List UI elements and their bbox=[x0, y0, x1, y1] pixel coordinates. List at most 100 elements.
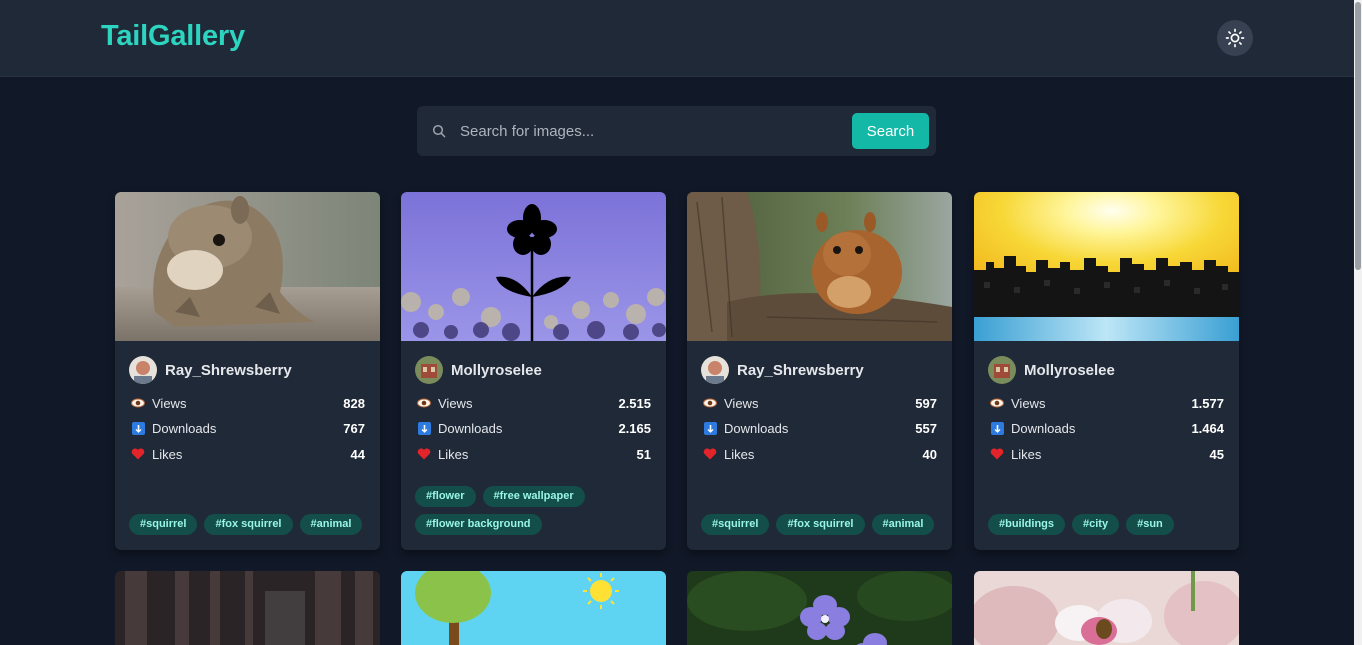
stat-value: 44 bbox=[350, 446, 365, 462]
card-author[interactable]: Ray_Shrewsberry bbox=[701, 356, 864, 384]
stat-value: 40 bbox=[922, 446, 937, 462]
image-card[interactable]: Mollyroselee Views 1.577 Downloads 1.464… bbox=[974, 192, 1239, 550]
views-stat: Views 1.577 bbox=[990, 394, 1224, 412]
stat-label: Views bbox=[438, 395, 473, 411]
tag[interactable]: #fox squirrel bbox=[776, 514, 865, 535]
downloads-stat: Downloads 767 bbox=[131, 419, 365, 437]
eye-icon bbox=[990, 396, 1004, 410]
card-author[interactable]: Mollyroselee bbox=[988, 356, 1115, 384]
stat-value: 828 bbox=[343, 395, 365, 411]
stat-label: Downloads bbox=[1011, 420, 1076, 436]
card-image[interactable] bbox=[687, 571, 952, 645]
downloads-stat: Downloads 557 bbox=[703, 419, 937, 437]
image-card[interactable]: Mollyroselee Views 2.515 Downloads 2.165… bbox=[401, 192, 666, 550]
download-icon bbox=[990, 421, 1004, 435]
eye-icon bbox=[703, 396, 717, 410]
search-input[interactable] bbox=[453, 114, 843, 148]
likes-stat: Likes 51 bbox=[417, 445, 651, 463]
card-author[interactable]: Mollyroselee bbox=[415, 356, 542, 384]
card-image[interactable] bbox=[115, 571, 380, 645]
heart-icon bbox=[131, 447, 145, 461]
author-avatar[interactable] bbox=[988, 356, 1016, 384]
author-name[interactable]: Ray_Shrewsberry bbox=[737, 362, 864, 379]
downloads-stat: Downloads 1.464 bbox=[990, 419, 1224, 437]
stat-value: 1.577 bbox=[1191, 395, 1224, 411]
page-scrollbar-thumb[interactable] bbox=[1355, 2, 1361, 270]
image-card-partial[interactable] bbox=[115, 571, 380, 645]
author-avatar[interactable] bbox=[701, 356, 729, 384]
heart-icon bbox=[703, 447, 717, 461]
views-stat: Views 597 bbox=[703, 394, 937, 412]
image-card-partial[interactable] bbox=[974, 571, 1239, 645]
likes-stat: Likes 45 bbox=[990, 445, 1224, 463]
tag[interactable]: #sun bbox=[1126, 514, 1174, 535]
download-icon bbox=[131, 421, 145, 435]
eye-icon bbox=[131, 396, 145, 410]
tag[interactable]: #flower bbox=[415, 486, 476, 507]
search-icon bbox=[432, 124, 446, 138]
stat-value: 45 bbox=[1209, 446, 1224, 462]
stat-label: Downloads bbox=[152, 420, 217, 436]
stat-value: 1.464 bbox=[1191, 420, 1224, 436]
search-button[interactable]: Search bbox=[852, 113, 929, 149]
tag[interactable]: #squirrel bbox=[129, 514, 198, 535]
card-image[interactable] bbox=[115, 192, 380, 341]
stat-label: Views bbox=[152, 395, 187, 411]
author-name[interactable]: Mollyroselee bbox=[1024, 362, 1115, 379]
stat-label: Likes bbox=[724, 446, 755, 462]
tag[interactable]: #buildings bbox=[988, 514, 1065, 535]
views-stat: Views 828 bbox=[131, 394, 365, 412]
card-image[interactable] bbox=[974, 192, 1239, 341]
tag[interactable]: #flower background bbox=[415, 514, 542, 535]
author-avatar[interactable] bbox=[129, 356, 157, 384]
stat-value: 767 bbox=[343, 420, 365, 436]
image-card[interactable]: Ray_Shrewsberry Views 597 Downloads 557 … bbox=[687, 192, 952, 550]
heart-icon bbox=[417, 447, 431, 461]
heart-icon bbox=[990, 447, 1004, 461]
image-card-partial[interactable] bbox=[401, 571, 666, 645]
search-bar: Search bbox=[417, 106, 936, 156]
stat-value: 2.515 bbox=[618, 395, 651, 411]
card-image[interactable] bbox=[401, 571, 666, 645]
stat-label: Downloads bbox=[724, 420, 789, 436]
download-icon bbox=[703, 421, 717, 435]
image-card-partial[interactable] bbox=[687, 571, 952, 645]
author-avatar[interactable] bbox=[415, 356, 443, 384]
tag-list: #buildings #city #sun bbox=[988, 514, 1228, 535]
tag[interactable]: #squirrel bbox=[701, 514, 770, 535]
stat-label: Views bbox=[724, 395, 759, 411]
card-image[interactable] bbox=[687, 192, 952, 341]
stat-label: Downloads bbox=[438, 420, 503, 436]
tag[interactable]: #free wallpaper bbox=[482, 486, 585, 507]
top-navbar: TailGallery bbox=[0, 0, 1354, 77]
views-stat: Views 2.515 bbox=[417, 394, 651, 412]
sun-icon bbox=[1225, 28, 1245, 48]
stat-label: Likes bbox=[152, 446, 183, 462]
tag[interactable]: #animal bbox=[871, 514, 935, 535]
author-name[interactable]: Ray_Shrewsberry bbox=[165, 362, 292, 379]
author-name[interactable]: Mollyroselee bbox=[451, 362, 542, 379]
stat-value: 2.165 bbox=[618, 420, 651, 436]
image-card[interactable]: Ray_Shrewsberry Views 828 Downloads 767 … bbox=[115, 192, 380, 550]
tag-list: #squirrel #fox squirrel #animal bbox=[701, 514, 941, 535]
card-author[interactable]: Ray_Shrewsberry bbox=[129, 356, 292, 384]
tag[interactable]: #animal bbox=[299, 514, 363, 535]
tag-list: #flower #free wallpaper #flower backgrou… bbox=[415, 486, 655, 535]
stat-label: Likes bbox=[438, 446, 469, 462]
stat-label: Views bbox=[1011, 395, 1046, 411]
stat-value: 51 bbox=[636, 446, 651, 462]
theme-toggle-button[interactable] bbox=[1217, 20, 1253, 56]
tag-list: #squirrel #fox squirrel #animal bbox=[129, 514, 369, 535]
stat-label: Likes bbox=[1011, 446, 1042, 462]
likes-stat: Likes 40 bbox=[703, 445, 937, 463]
eye-icon bbox=[417, 396, 431, 410]
card-image[interactable] bbox=[974, 571, 1239, 645]
tag[interactable]: #fox squirrel bbox=[204, 514, 293, 535]
card-image[interactable] bbox=[401, 192, 666, 341]
tag[interactable]: #city bbox=[1072, 514, 1120, 535]
stat-value: 597 bbox=[915, 395, 937, 411]
app-logo[interactable]: TailGallery bbox=[101, 20, 245, 53]
download-icon bbox=[417, 421, 431, 435]
downloads-stat: Downloads 2.165 bbox=[417, 419, 651, 437]
stat-value: 557 bbox=[915, 420, 937, 436]
